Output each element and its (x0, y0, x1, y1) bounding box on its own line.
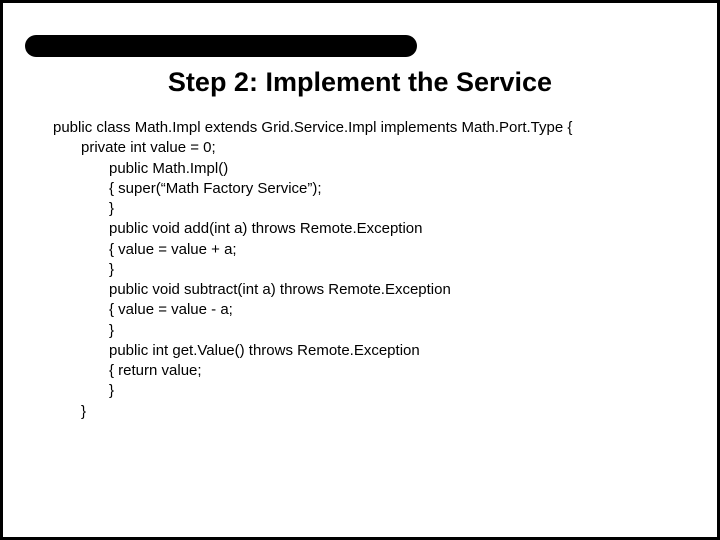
code-line: { return value; (53, 361, 677, 381)
code-line: { super(“Math Factory Service”); (53, 179, 677, 199)
code-line: } (53, 260, 677, 280)
code-line: } (53, 199, 677, 219)
code-line: public class Math.Impl extends Grid.Serv… (53, 118, 677, 138)
code-line: public int get.Value() throws Remote.Exc… (53, 341, 677, 361)
title-rest: Implement the Service (258, 67, 552, 97)
code-line: } (53, 402, 677, 422)
code-line: } (53, 381, 677, 401)
code-block: public class Math.Impl extends Grid.Serv… (53, 118, 677, 422)
title-step: Step 2: (168, 67, 258, 97)
code-line: public void subtract(int a) throws Remot… (53, 280, 677, 300)
code-line: private int value = 0; (53, 138, 677, 158)
code-line: public Math.Impl() (53, 159, 677, 179)
slide-title: Step 2: Implement the Service (3, 67, 717, 98)
decorative-bar (25, 35, 417, 57)
code-line: { value = value + a; (53, 240, 677, 260)
code-line: public void add(int a) throws Remote.Exc… (53, 219, 677, 239)
code-line: } (53, 321, 677, 341)
slide-frame: Step 2: Implement the Service public cla… (0, 0, 720, 540)
code-line: { value = value - a; (53, 300, 677, 320)
